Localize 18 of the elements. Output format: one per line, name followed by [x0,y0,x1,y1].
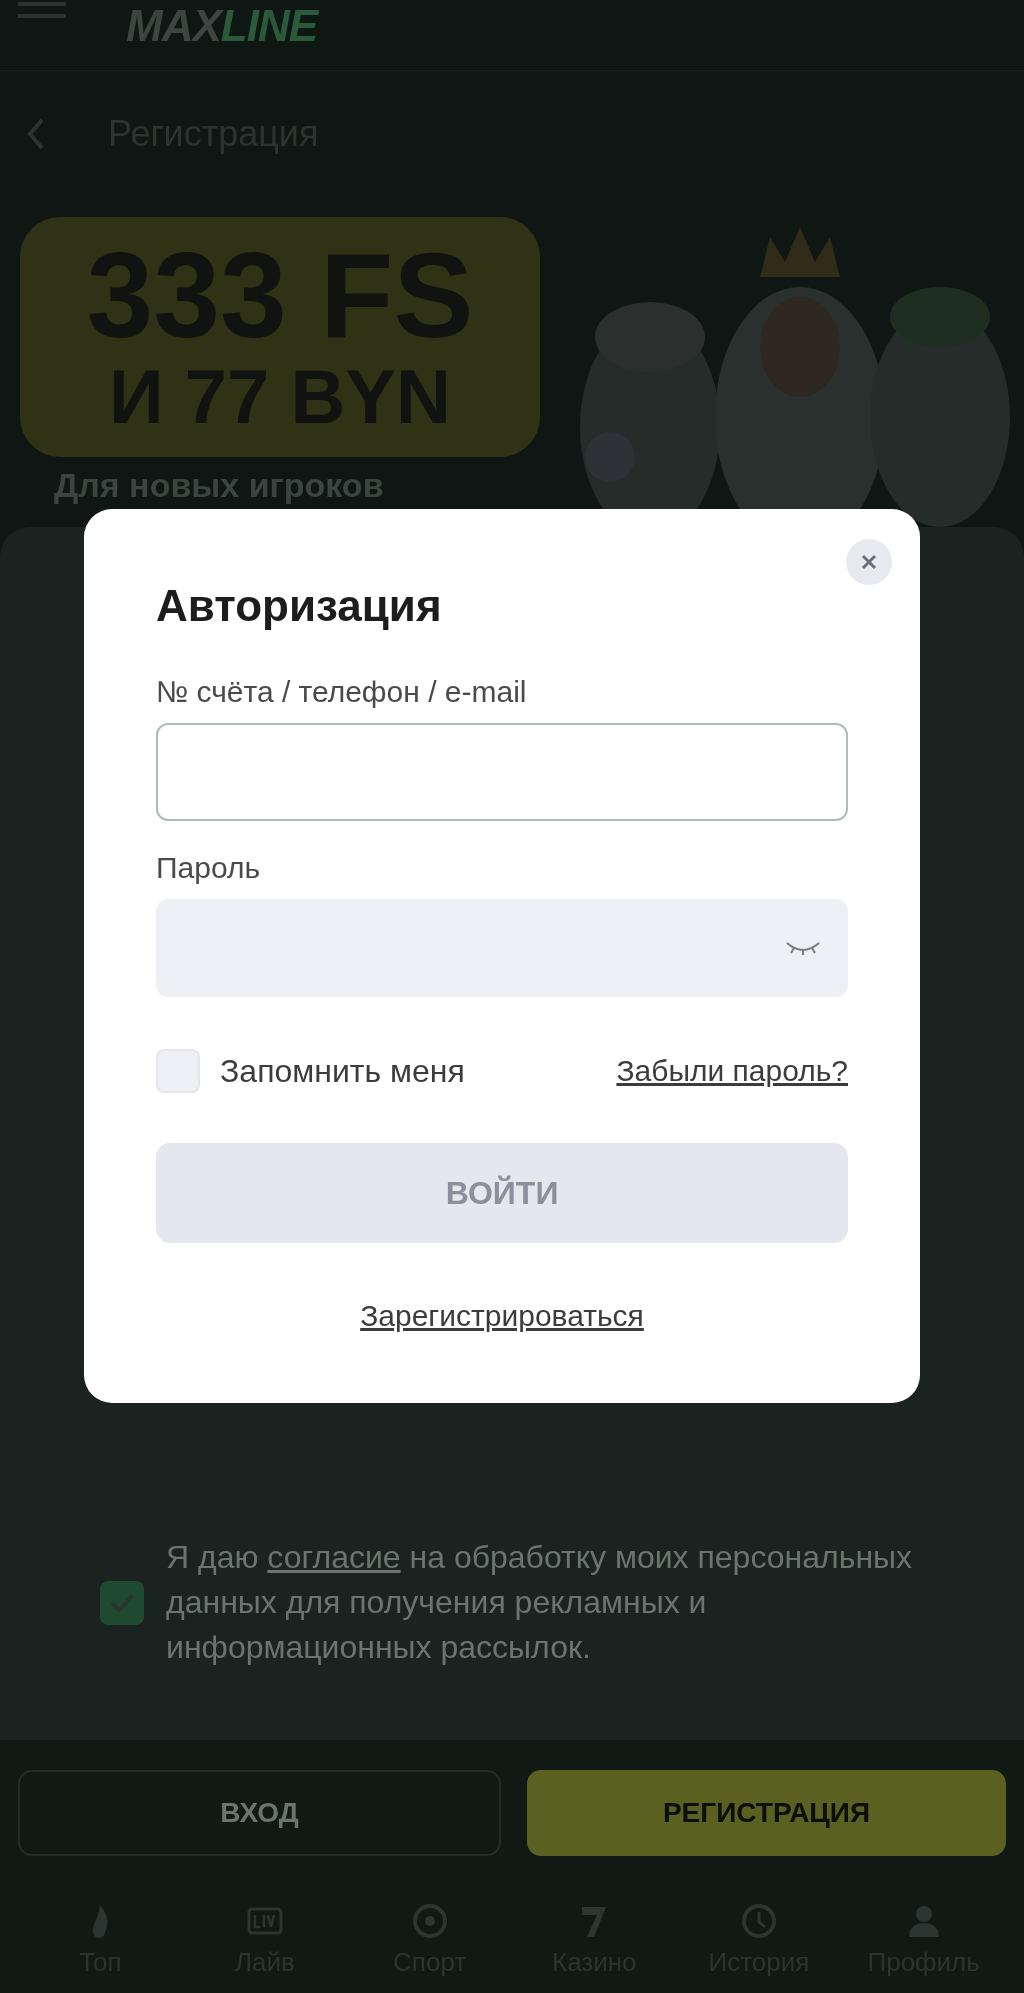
closed-eye-icon[interactable] [784,939,822,957]
close-icon [860,553,878,571]
remember-label: Запомнить меня [220,1052,465,1090]
consent-text: Я даю согласие на обработку моих персональных данных для получения рекламных и информационных рассылок. [166,1538,914,1667]
consent-checkbox[interactable] [100,1580,144,1625]
login-button[interactable]: ВХОД [18,1770,501,1856]
remember-checkbox[interactable] [156,1049,200,1093]
field-label: Пароль [156,851,262,885]
password-field[interactable] [156,899,848,997]
close-button[interactable] [846,539,892,585]
forgot-password-link[interactable]: Забыли пароль? [616,1054,848,1088]
field-label: № счёта / телефон / e-mail [156,675,528,709]
logo[interactable]: MAXLINE [126,4,317,48]
login-field[interactable] [156,723,848,821]
consent-link[interactable]: согласие [267,1539,401,1575]
register-link[interactable]: Зарегистрироваться [360,1299,644,1333]
register-button[interactable]: РЕГИСТРАЦИЯ [527,1770,1006,1856]
dialog-title: Авторизация [156,581,443,631]
